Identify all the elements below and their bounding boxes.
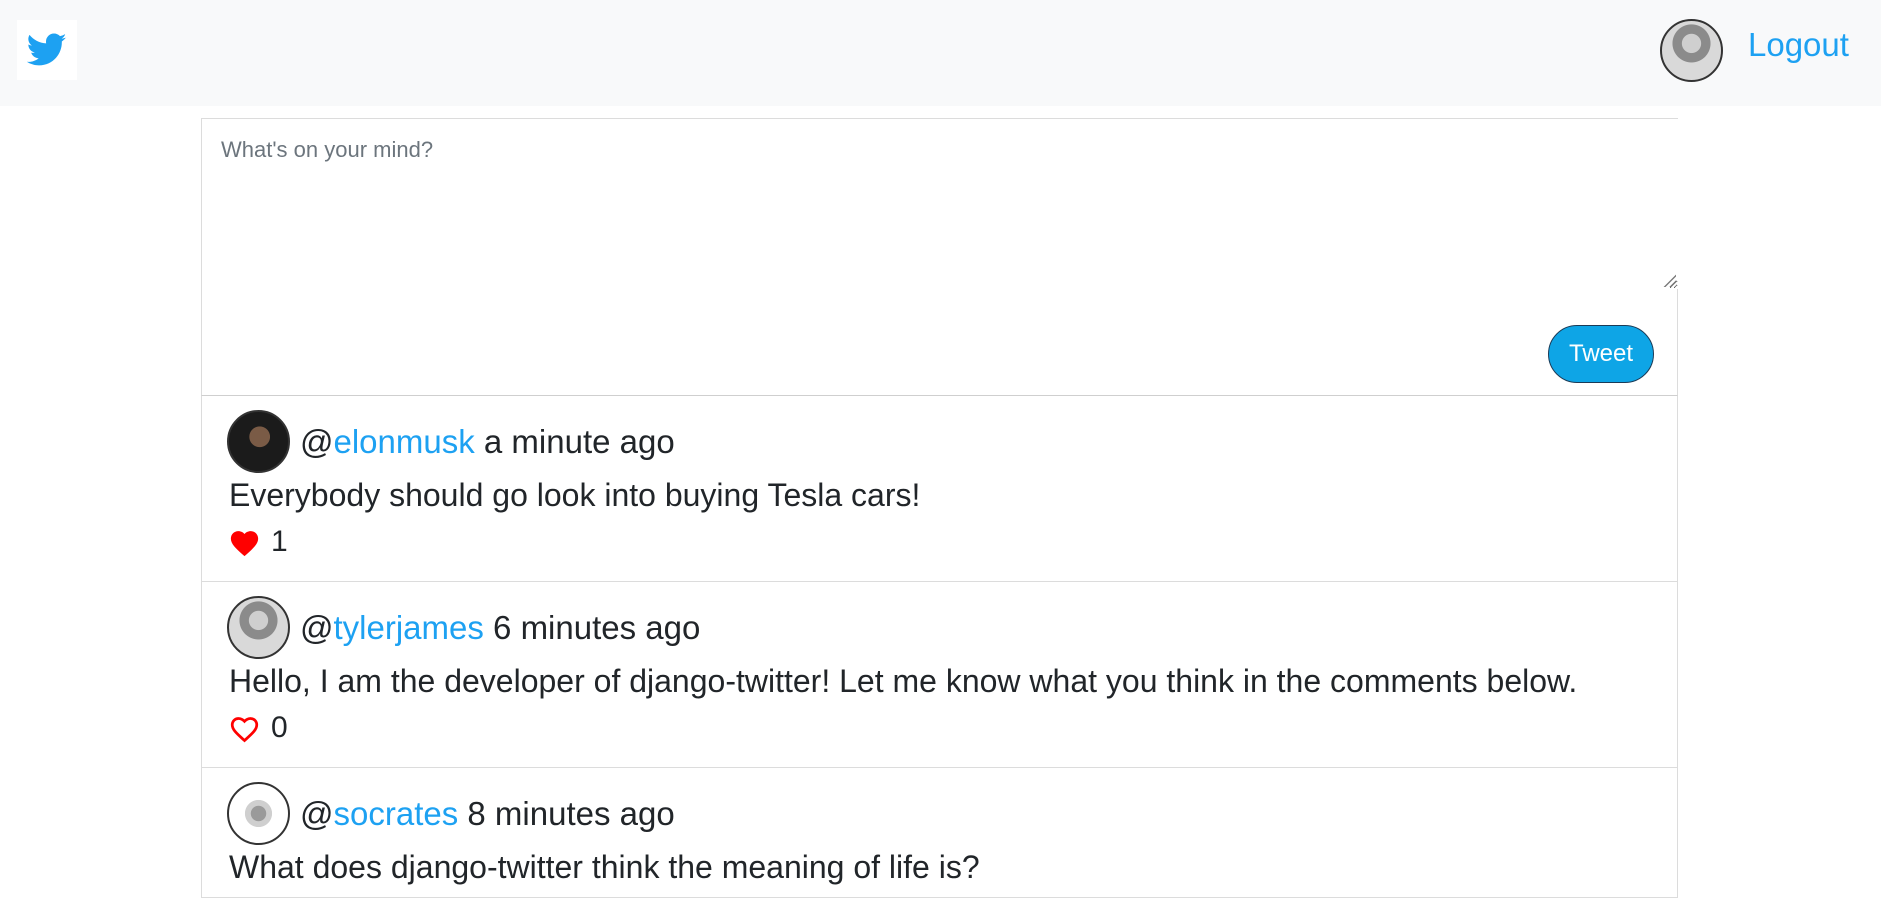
like-row: 1 [228, 523, 288, 561]
avatar[interactable] [227, 782, 290, 845]
like-row: 0 [228, 709, 288, 747]
heart-outline-icon[interactable] [228, 713, 261, 743]
tweet-timestamp: a minute ago [483, 422, 675, 460]
tweet-meta: @tylerjames 6 minutes ago [300, 608, 700, 648]
tweet-header: @elonmusk a minute ago [227, 410, 675, 473]
tweet-card: @socrates 8 minutes ago What does django… [201, 768, 1678, 898]
tweet-meta: @elonmusk a minute ago [300, 422, 675, 462]
top-navbar: Logout [0, 0, 1881, 106]
avatar[interactable] [227, 410, 290, 473]
tweet-text: Everybody should go look into buying Tes… [229, 477, 921, 513]
heart-filled-icon[interactable] [228, 527, 261, 557]
user-handle-link[interactable]: socrates [334, 795, 459, 832]
current-user-avatar[interactable] [1660, 19, 1723, 82]
textarea-resize-handle[interactable] [1662, 273, 1676, 287]
at-sign: @ [300, 608, 334, 646]
twitter-bird-icon [27, 33, 67, 66]
logout-link[interactable]: Logout [1748, 22, 1849, 68]
home-logo-link[interactable] [17, 20, 77, 80]
avatar[interactable] [227, 596, 290, 659]
like-count: 0 [271, 711, 288, 744]
tweet-timestamp: 6 minutes ago [493, 608, 701, 646]
user-handle-link[interactable]: tylerjames [334, 609, 484, 646]
at-sign: @ [300, 794, 334, 832]
user-handle-link[interactable]: elonmusk [334, 423, 475, 460]
compose-tweet-form: Tweet [201, 118, 1678, 396]
tweet-header: @tylerjames 6 minutes ago [227, 596, 700, 659]
tweet-card: @elonmusk a minute ago Everybody should … [201, 396, 1678, 582]
tweet-text: Hello, I am the developer of django-twit… [229, 663, 1578, 699]
tweet-text: What does django-twitter think the meani… [229, 849, 980, 885]
feed: Tweet @elonmusk a minute ago Everybody s… [201, 118, 1678, 898]
like-count: 1 [271, 525, 288, 558]
tweet-meta: @socrates 8 minutes ago [300, 794, 675, 834]
tweet-header: @socrates 8 minutes ago [227, 782, 675, 845]
tweet-timestamp: 8 minutes ago [467, 794, 675, 832]
tweet-button[interactable]: Tweet [1548, 325, 1654, 383]
tweet-card: @tylerjames 6 minutes ago Hello, I am th… [201, 582, 1678, 768]
at-sign: @ [300, 422, 334, 460]
tweet-input[interactable] [202, 119, 1678, 289]
